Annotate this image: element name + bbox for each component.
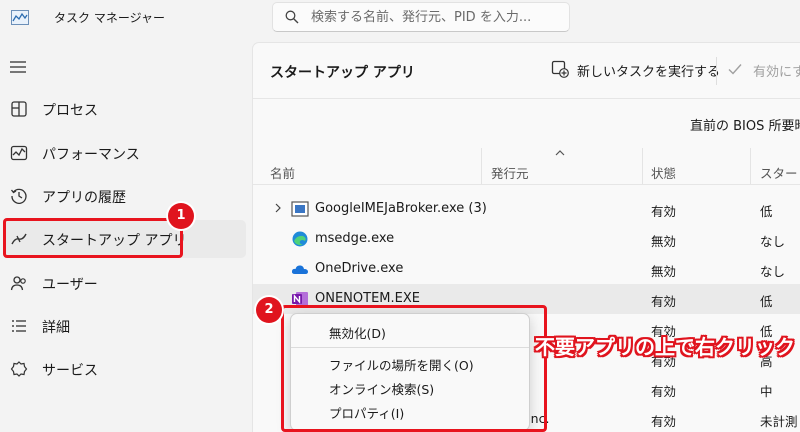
title-bar: タスク マネージャー xyxy=(0,0,800,38)
run-new-task-label: 新しいタスクを実行する xyxy=(577,65,721,80)
impact-cell: 中 xyxy=(760,384,773,399)
status-cell: 有効 xyxy=(651,294,677,309)
search-box[interactable] xyxy=(272,2,570,32)
edge-icon xyxy=(292,231,308,247)
sidebar-item-users[interactable]: ユーザー xyxy=(4,264,246,302)
run-task-icon xyxy=(551,60,569,78)
sidebar-item-label: プロセス xyxy=(42,103,98,119)
sidebar-item-label: パフォーマンス xyxy=(42,147,140,163)
process-name: OneDrive.exe xyxy=(315,261,404,276)
sort-ascending-icon xyxy=(555,150,565,156)
impact-cell: なし xyxy=(760,234,786,249)
status-cell: 無効 xyxy=(651,234,677,249)
chevron-right-icon[interactable] xyxy=(274,203,282,213)
sidebar-item-label: サービス xyxy=(42,363,98,379)
column-divider[interactable] xyxy=(481,148,482,184)
status-cell: 無効 xyxy=(651,264,677,279)
sidebar-item-app-history[interactable]: アプリの履歴 xyxy=(4,177,246,215)
sidebar-item-processes[interactable]: プロセス xyxy=(4,90,246,128)
sidebar-item-label: ユーザー xyxy=(42,277,98,293)
column-header-name[interactable]: 名前 xyxy=(270,163,295,182)
process-name: ONENOTEM.EXE xyxy=(315,291,420,306)
sidebar-item-services[interactable]: サービス xyxy=(4,350,246,388)
table-header-line xyxy=(253,184,800,185)
table-row[interactable]: GoogleIMEJaBroker.exe (3) 有効 低 xyxy=(253,194,800,224)
toolbar-divider xyxy=(716,57,717,85)
status-cell: 有効 xyxy=(651,204,677,219)
details-icon xyxy=(12,320,26,332)
last-bios-time-label: 直前の BIOS 所要時 xyxy=(690,119,800,134)
column-divider[interactable] xyxy=(642,148,643,184)
impact-cell: 低 xyxy=(760,204,773,219)
column-divider[interactable] xyxy=(750,148,751,184)
column-header-publisher[interactable]: 発行元 xyxy=(491,163,529,182)
process-name: GoogleIMEJaBroker.exe (3) xyxy=(315,201,487,216)
table-row[interactable]: OneDrive.exe 無効 なし xyxy=(253,254,800,284)
search-input[interactable] xyxy=(311,6,561,28)
annotation-highlight-startup xyxy=(3,218,183,258)
status-cell: 有効 xyxy=(651,384,677,399)
annotation-badge-1: 1 xyxy=(168,203,194,229)
performance-icon xyxy=(10,145,28,161)
sidebar-item-label: 詳細 xyxy=(42,320,70,336)
enable-label: 有効にす xyxy=(753,65,800,80)
processes-icon xyxy=(11,101,27,117)
column-header-status[interactable]: 状態 xyxy=(651,163,676,182)
annotation-badge-2: 2 xyxy=(256,297,282,323)
task-manager-app-icon xyxy=(11,10,29,25)
toolbar-divider-line xyxy=(253,98,800,99)
page-title: スタートアップ アプリ xyxy=(270,65,415,81)
impact-cell: 未計測 xyxy=(760,414,798,429)
impact-cell: 低 xyxy=(760,294,773,309)
checkmark-icon xyxy=(728,64,742,75)
search-icon xyxy=(285,10,299,24)
app-history-icon xyxy=(10,188,27,204)
annotation-callout: 不要アプリの上で右クリック xyxy=(535,335,795,359)
impact-cell: なし xyxy=(760,264,786,279)
app-title: タスク マネージャー xyxy=(54,11,165,25)
status-cell: 有効 xyxy=(651,414,677,429)
sidebar-item-details[interactable]: 詳細 xyxy=(4,307,246,345)
column-header-startup-impact[interactable]: スタートア xyxy=(760,163,800,182)
sidebar-item-label: アプリの履歴 xyxy=(42,190,126,206)
table-row[interactable]: msedge.exe 無効 なし xyxy=(253,224,800,254)
google-ime-icon xyxy=(291,201,309,217)
sidebar-item-performance[interactable]: パフォーマンス xyxy=(4,134,246,172)
users-icon xyxy=(10,276,26,291)
annotation-highlight-menu xyxy=(281,305,547,432)
process-name: msedge.exe xyxy=(315,231,395,246)
services-icon xyxy=(10,361,28,377)
hamburger-menu-icon[interactable] xyxy=(10,60,26,74)
onedrive-icon xyxy=(291,265,308,274)
